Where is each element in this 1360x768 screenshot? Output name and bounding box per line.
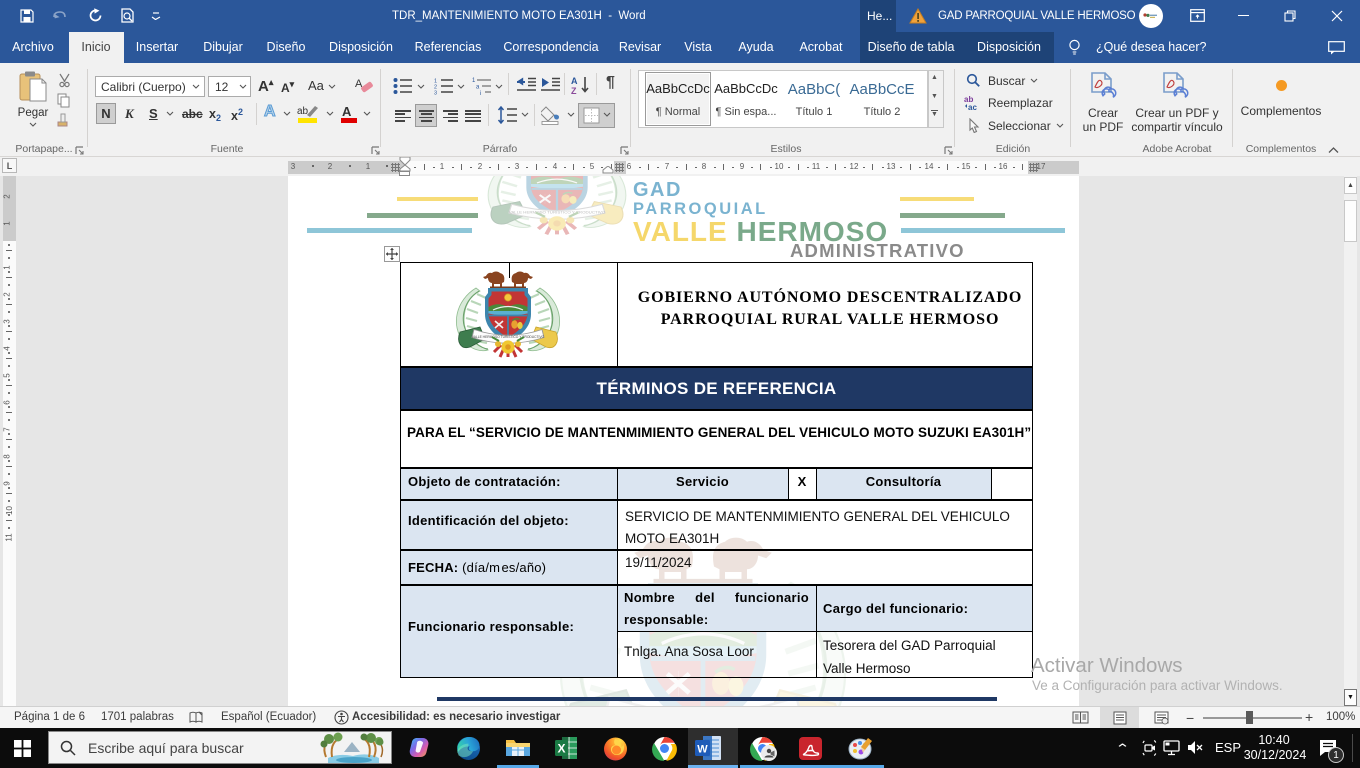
svg-text:3: 3 <box>434 91 437 96</box>
svg-text:ac: ac <box>968 103 977 111</box>
svg-text:1: 1 <box>472 78 476 84</box>
svg-text:X: X <box>557 742 565 756</box>
svg-text:Z: Z <box>571 86 577 95</box>
svg-text:ab: ab <box>297 106 309 117</box>
svg-text:a: a <box>476 85 480 91</box>
svg-text:W: W <box>697 744 708 756</box>
svg-text:A: A <box>342 104 352 119</box>
svg-text:i: i <box>480 91 481 95</box>
svg-text:A: A <box>571 76 578 86</box>
